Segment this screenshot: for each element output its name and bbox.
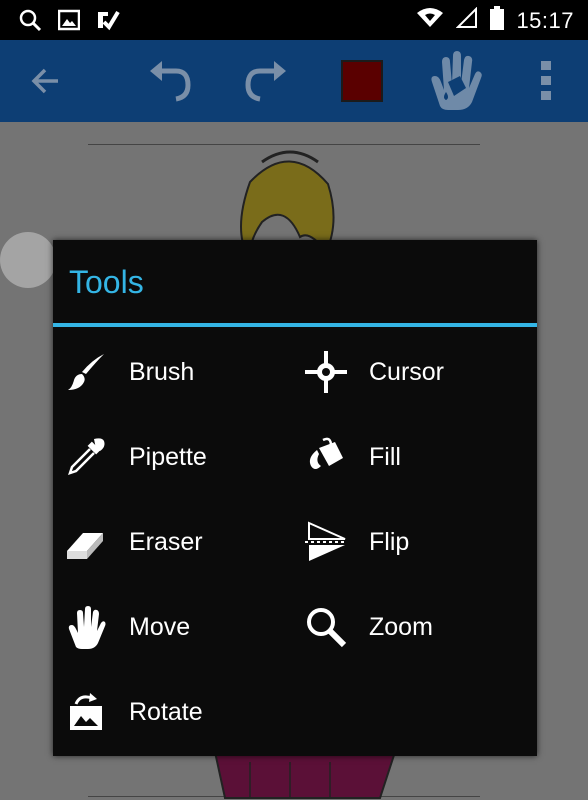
search-icon bbox=[18, 8, 42, 37]
tool-label: Fill bbox=[369, 442, 401, 471]
tool-label: Move bbox=[129, 612, 191, 641]
tool-label: Eraser bbox=[129, 527, 203, 556]
image-icon bbox=[57, 9, 81, 36]
battery-icon bbox=[490, 6, 505, 35]
tool-label: Cursor bbox=[369, 357, 445, 386]
check-app-icon bbox=[96, 8, 120, 37]
wifi-icon bbox=[416, 7, 444, 34]
tool-pipette[interactable]: Pipette bbox=[53, 417, 293, 497]
magnifier-icon bbox=[303, 604, 349, 650]
status-bar: 15:17 bbox=[0, 0, 588, 40]
tool-rotate[interactable]: Rotate bbox=[53, 672, 293, 752]
tool-cursor[interactable]: Cursor bbox=[293, 332, 533, 412]
back-arrow-icon[interactable] bbox=[20, 40, 70, 122]
dialog-title: Tools bbox=[69, 264, 144, 300]
hand-icon bbox=[63, 604, 109, 650]
tool-label: Brush bbox=[129, 357, 195, 386]
fill-bucket-icon bbox=[303, 434, 349, 480]
undo-icon[interactable] bbox=[142, 40, 198, 122]
tool-brush[interactable]: Brush bbox=[53, 332, 293, 412]
tool-label: Flip bbox=[369, 527, 410, 556]
tool-zoom[interactable]: Zoom bbox=[293, 587, 533, 667]
tool-label: Zoom bbox=[369, 612, 433, 641]
color-swatch bbox=[341, 60, 383, 102]
rotate-icon bbox=[63, 689, 109, 735]
eraser-icon bbox=[63, 519, 109, 565]
hand-fill-icon[interactable] bbox=[420, 40, 490, 122]
redo-icon[interactable] bbox=[238, 40, 294, 122]
tool-label: Rotate bbox=[129, 697, 203, 726]
app-toolbar bbox=[0, 40, 588, 122]
flip-icon bbox=[303, 519, 349, 565]
clock: 15:17 bbox=[516, 7, 574, 33]
tool-label: Pipette bbox=[129, 442, 207, 471]
brush-icon bbox=[63, 349, 109, 395]
crosshair-icon bbox=[303, 349, 349, 395]
tools-dialog: Tools Brush Cursor Pipette Fill Eraser F… bbox=[53, 240, 537, 756]
tool-move[interactable]: Move bbox=[53, 587, 293, 667]
pipette-icon bbox=[63, 434, 109, 480]
overflow-menu-icon[interactable] bbox=[526, 40, 566, 122]
title-divider bbox=[53, 323, 537, 327]
tool-eraser[interactable]: Eraser bbox=[53, 502, 293, 582]
tool-flip[interactable]: Flip bbox=[293, 502, 533, 582]
touch-indicator bbox=[0, 232, 56, 288]
signal-icon bbox=[456, 6, 478, 34]
color-swatch-button[interactable] bbox=[338, 40, 386, 122]
tool-fill[interactable]: Fill bbox=[293, 417, 533, 497]
